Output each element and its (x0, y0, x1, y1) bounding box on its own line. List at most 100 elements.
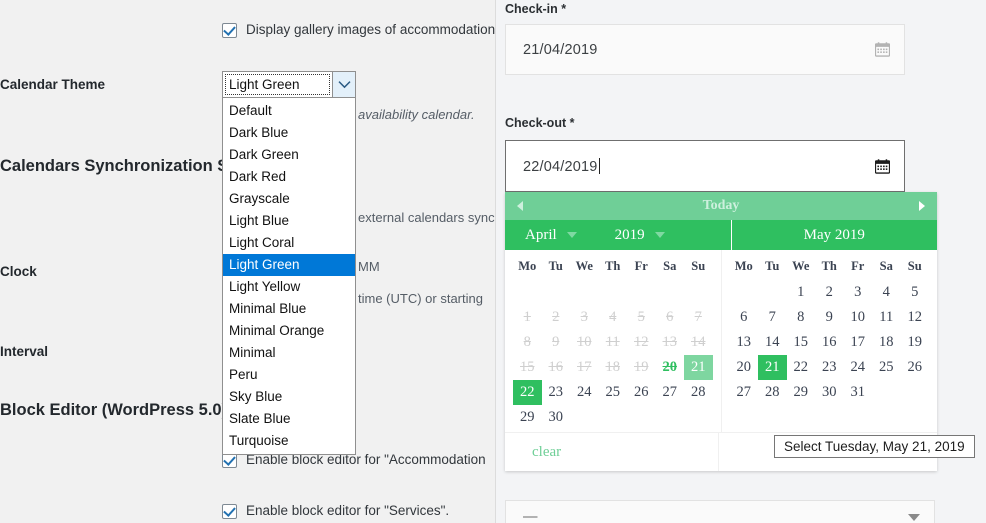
calendar-day-cell[interactable]: 29 (787, 380, 816, 405)
gallery-images-checkbox-row[interactable]: Display gallery images of accommodation (222, 22, 495, 38)
calendar-day-cell[interactable]: 13 (730, 330, 759, 355)
calendar-day-cell[interactable]: 3 (844, 280, 873, 305)
gallery-images-checkbox[interactable] (222, 23, 237, 38)
calendar-day-cell[interactable]: 14 (758, 330, 787, 355)
chevron-right-icon[interactable] (917, 200, 927, 212)
calendar-day-cell[interactable]: 20 (656, 355, 685, 380)
calendar-day-cell[interactable]: 9 (815, 305, 844, 330)
calendar-day-cell: 10 (570, 330, 599, 355)
chevron-down-icon[interactable] (908, 513, 920, 521)
checkin-label-text: Check-in (505, 2, 558, 16)
calendar-day-cell[interactable]: 24 (570, 380, 599, 405)
block-editor-services-row[interactable]: Enable block editor for "Services". (222, 503, 449, 519)
calendar-day-number: 24 (577, 384, 592, 400)
calendar-theme-selected-value-box[interactable]: Light Green (222, 71, 332, 98)
calendar-theme-option[interactable]: Default (223, 100, 355, 122)
calendar-theme-option[interactable]: Dark Green (223, 144, 355, 166)
month-select[interactable]: April (525, 227, 577, 244)
calendar-day-number: 22 (793, 359, 809, 375)
calendar-day-cell[interactable]: 15 (787, 330, 816, 355)
calendar-day-number: 31 (850, 384, 866, 400)
calendar-cell-empty (627, 280, 656, 305)
calendar-theme-option[interactable]: Dark Blue (223, 122, 355, 144)
calendar-day-cell[interactable]: 12 (901, 305, 930, 330)
calendar-day-cell[interactable]: 23 (815, 355, 844, 380)
calendar-day-cell: 2 (542, 305, 571, 330)
calendar-day-cell[interactable]: 6 (730, 305, 759, 330)
calendar-theme-option[interactable]: Light Yellow (223, 276, 355, 298)
calendar-theme-option[interactable]: Light Blue (223, 210, 355, 232)
calendar-day-number (901, 380, 930, 405)
calendar-theme-option[interactable]: Light Coral (223, 232, 355, 254)
calendar-day-number: 23 (822, 359, 837, 375)
calendar-theme-option-list[interactable]: Default Dark Blue Dark Green Dark Red Graysc… (222, 98, 356, 455)
chevron-down-icon[interactable] (566, 232, 577, 238)
calendar-theme-option[interactable]: Grayscale (223, 188, 355, 210)
calendar-day-cell[interactable]: 28 (758, 380, 787, 405)
calendar-theme-option[interactable]: Slate Blue (223, 408, 355, 430)
calendar-day-cell[interactable]: 16 (815, 330, 844, 355)
chevron-left-icon[interactable] (515, 200, 525, 212)
calendar-day-cell[interactable]: 1 (787, 280, 816, 305)
guests-select[interactable]: — (505, 500, 935, 523)
calendar-week-row: 6 7 8 9 10 11 12 (730, 305, 930, 330)
calendar-day-cell[interactable]: 31 (844, 380, 873, 405)
calendar-day-cell[interactable]: 29 (513, 405, 542, 430)
chevron-down-icon[interactable] (332, 71, 356, 98)
calendar-day-cell[interactable]: 11 (872, 305, 901, 330)
calendar-theme-option[interactable]: Minimal (223, 342, 355, 364)
calendar-day-cell[interactable]: 7 (758, 305, 787, 330)
calendar-theme-option[interactable]: Turquoise (223, 430, 355, 452)
calendar-day-cell[interactable]: 8 (787, 305, 816, 330)
calendar-day-cell[interactable]: 30 (815, 380, 844, 405)
calendar-theme-option[interactable]: Light Green (223, 254, 355, 276)
checkout-date-input[interactable]: 22/04/2019 (505, 140, 905, 192)
calendar-day-cell[interactable]: 22 (513, 380, 542, 405)
calendar-day-cell[interactable]: 18 (872, 330, 901, 355)
clear-button[interactable]: clear (505, 433, 718, 471)
calendar-theme-option[interactable]: Minimal Orange (223, 320, 355, 342)
calendar-day-cell[interactable]: 10 (844, 305, 873, 330)
checkin-date-input[interactable]: 21/04/2019 (505, 24, 905, 75)
month-select-value: April (525, 226, 557, 243)
year-select[interactable]: 2019 (615, 227, 665, 244)
month-year-selectors[interactable]: April 2019 (505, 220, 732, 250)
datepicker-popup[interactable]: Today April 2019 May 2019 Mo Tu We Th Fr… (505, 192, 937, 471)
calendar-day-cell[interactable]: 5 (901, 280, 930, 305)
calendar-day-cell[interactable]: 4 (872, 280, 901, 305)
calendar-day-cell[interactable]: 27 (730, 380, 759, 405)
calendar-day-cell[interactable]: 2 (815, 280, 844, 305)
calendar-day-cell[interactable]: 25 (872, 355, 901, 380)
calendar-day-cell[interactable]: 26 (901, 355, 930, 380)
calendar-day-cell[interactable]: 22 (787, 355, 816, 380)
calendar-day-cell[interactable]: 17 (844, 330, 873, 355)
today-button[interactable]: Today (525, 198, 917, 214)
calendar-day-cell[interactable]: 21 (758, 355, 787, 380)
calendar-day-cell[interactable]: 25 (599, 380, 628, 405)
block-editor-services-checkbox[interactable] (222, 504, 237, 519)
calendar-day-cell[interactable]: 24 (844, 355, 873, 380)
calendar-day-cell[interactable]: 28 (684, 380, 713, 405)
calendar-day-cell[interactable]: 26 (627, 380, 656, 405)
calendar-theme-option[interactable]: Dark Red (223, 166, 355, 188)
calendar-icon[interactable] (874, 42, 891, 57)
calendar-week-row: 22 23 24 25 26 27 28 (513, 380, 713, 405)
calendar-day-number: 17 (577, 359, 592, 375)
calendar-day-cell[interactable]: 23 (542, 380, 571, 405)
calendar-theme-option[interactable]: Minimal Blue (223, 298, 355, 320)
calendar-theme-select[interactable]: Light Green (222, 71, 356, 98)
calendar-day-cell[interactable]: 21 (684, 355, 713, 380)
calendar-theme-option[interactable]: Peru (223, 364, 355, 386)
calendar-day-number: 24 (850, 359, 866, 375)
calendar-day-cell[interactable]: 20 (730, 355, 759, 380)
calendar-day-cell: 8 (513, 330, 542, 355)
calendar-day-cell[interactable]: 30 (542, 405, 571, 430)
block-editor-accommodation-checkbox[interactable] (222, 453, 237, 468)
calendar-theme-option[interactable]: Sky Blue (223, 386, 355, 408)
calendar-day-number: 20 (662, 359, 678, 375)
chevron-down-icon[interactable] (654, 232, 665, 238)
calendar-icon[interactable] (874, 158, 891, 174)
calendar-cell-empty (627, 405, 656, 430)
calendar-day-cell[interactable]: 27 (656, 380, 685, 405)
calendar-day-cell[interactable]: 19 (901, 330, 930, 355)
